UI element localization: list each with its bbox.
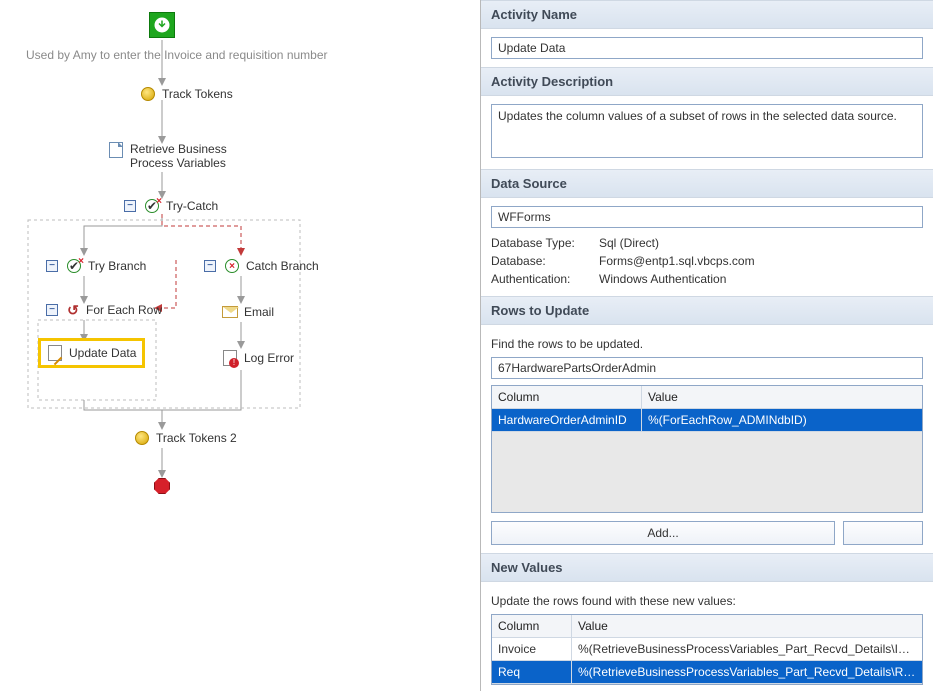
- try-catch-icon: ✔×: [144, 198, 160, 214]
- grid-val-header: Value: [642, 386, 922, 409]
- auth-row: Authentication: Windows Authentication: [491, 270, 923, 288]
- auth-value: Windows Authentication: [599, 272, 726, 286]
- section-header-activity-name: Activity Name: [481, 0, 933, 29]
- document-icon: [108, 142, 124, 158]
- properties-panel: Activity Name Activity Description Updat…: [480, 0, 933, 691]
- token-icon: [140, 86, 156, 102]
- section-header-rows-to-update: Rows to Update: [481, 296, 933, 325]
- db-row: Database: Forms@entp1.sql.vbcps.com: [491, 252, 923, 270]
- stop-node[interactable]: [154, 478, 170, 494]
- grid-cell-value: %(RetrieveBusinessProcessVariables_Part_…: [572, 661, 922, 684]
- activity-name-input[interactable]: [491, 37, 923, 59]
- node-try-branch[interactable]: − ✔× Try Branch: [44, 258, 146, 274]
- db-type-label: Database Type:: [491, 236, 591, 250]
- db-type-value: Sql (Direct): [599, 236, 659, 250]
- node-label: For Each Row: [86, 303, 162, 317]
- node-catch-branch[interactable]: − × Catch Branch: [202, 258, 319, 274]
- db-value: Forms@entp1.sql.vbcps.com: [599, 254, 755, 268]
- collapse-icon: −: [202, 258, 218, 274]
- node-email[interactable]: Email: [222, 304, 274, 320]
- node-label: Track Tokens: [162, 87, 233, 101]
- workflow-canvas[interactable]: Used by Amy to enter the Invoice and req…: [0, 0, 480, 691]
- rows-to-update-hint: Find the rows to be updated.: [491, 333, 923, 357]
- branch-ok-icon: ✔×: [66, 258, 82, 274]
- db-type-row: Database Type: Sql (Direct): [491, 234, 923, 252]
- grid-col-header: Column: [492, 386, 642, 409]
- collapse-icon: −: [44, 258, 60, 274]
- grid-val-header: Value: [572, 615, 922, 638]
- node-label: Update Data: [69, 346, 136, 360]
- node-log-error[interactable]: Log Error: [222, 350, 294, 366]
- activity-description-input[interactable]: Updates the column values of a subset of…: [491, 104, 923, 158]
- section-header-new-values: New Values: [481, 553, 933, 582]
- auth-label: Authentication:: [491, 272, 591, 286]
- rows-to-update-grid[interactable]: Column Value HardwareOrderAdminID %(ForE…: [491, 385, 923, 513]
- collapse-icon: −: [44, 302, 60, 318]
- log-error-icon: [222, 350, 238, 366]
- section-header-data-source: Data Source: [481, 169, 933, 198]
- grid-cell-column: Invoice: [492, 638, 572, 661]
- node-label: Log Error: [244, 351, 294, 365]
- collapse-icon: −: [122, 198, 138, 214]
- node-label: Try Branch: [88, 259, 146, 273]
- node-label: Email: [244, 305, 274, 319]
- node-label: Track Tokens 2: [156, 431, 237, 445]
- data-source-input[interactable]: [491, 206, 923, 228]
- grid-row[interactable]: HardwareOrderAdminID %(ForEachRow_ADMINd…: [492, 409, 922, 432]
- node-for-each-row[interactable]: − ↻ For Each Row: [44, 302, 162, 318]
- secondary-button[interactable]: [843, 521, 923, 545]
- grid-row[interactable]: Req %(RetrieveBusinessProcessVariables_P…: [492, 661, 922, 684]
- token-icon: [134, 430, 150, 446]
- canvas-hint: Used by Amy to enter the Invoice and req…: [26, 48, 328, 62]
- node-label: Try-Catch: [166, 199, 218, 213]
- db-label: Database:: [491, 254, 591, 268]
- new-values-hint: Update the rows found with these new val…: [491, 590, 923, 614]
- grid-empty-area: [492, 432, 922, 512]
- grid-cell-column: Req: [492, 661, 572, 684]
- new-values-grid[interactable]: Column Value Invoice %(RetrieveBusinessP…: [491, 614, 923, 685]
- rows-to-update-table-input[interactable]: [491, 357, 923, 379]
- grid-cell-value: %(RetrieveBusinessProcessVariables_Part_…: [572, 638, 922, 661]
- grid-row[interactable]: Invoice %(RetrieveBusinessProcessVariabl…: [492, 638, 922, 661]
- mail-icon: [222, 304, 238, 320]
- node-try-catch[interactable]: − ✔× Try-Catch: [122, 198, 218, 214]
- node-track-tokens[interactable]: Track Tokens: [140, 86, 233, 102]
- grid-col-header: Column: [492, 615, 572, 638]
- add-button[interactable]: Add...: [491, 521, 835, 545]
- edit-icon: [47, 345, 63, 361]
- node-track-tokens-2[interactable]: Track Tokens 2: [134, 430, 237, 446]
- grid-cell-value: %(ForEachRow_ADMINdbID): [642, 409, 922, 432]
- grid-cell-column: HardwareOrderAdminID: [492, 409, 642, 432]
- loop-icon: ↻: [66, 303, 80, 317]
- node-update-data-selected[interactable]: Update Data: [38, 338, 145, 368]
- start-icon: [149, 12, 175, 38]
- branch-err-icon: ×: [224, 258, 240, 274]
- section-header-activity-description: Activity Description: [481, 67, 933, 96]
- node-retrieve-vars[interactable]: Retrieve Business Process Variables: [108, 142, 240, 170]
- start-node[interactable]: [149, 12, 175, 38]
- stop-icon: [154, 478, 170, 494]
- node-label: Catch Branch: [246, 259, 319, 273]
- node-label: Retrieve Business Process Variables: [130, 142, 240, 170]
